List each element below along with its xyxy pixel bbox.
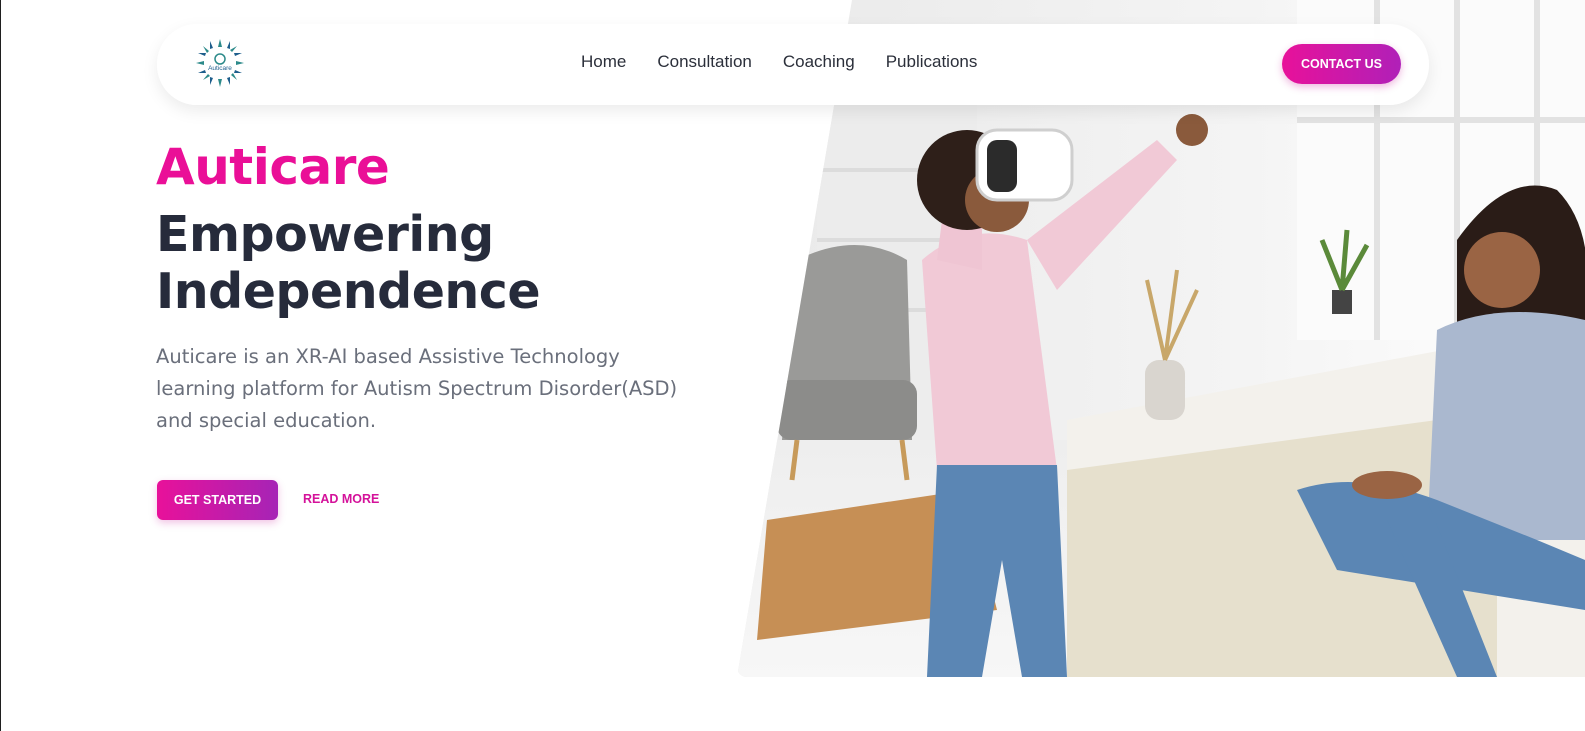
nav-publications[interactable]: Publications bbox=[886, 52, 978, 72]
hero-description: Auticare is an XR-AI based Assistive Tec… bbox=[156, 345, 678, 432]
nav-consultation[interactable]: Consultation bbox=[657, 52, 752, 72]
nav-home[interactable]: Home bbox=[581, 52, 626, 72]
nav-coaching[interactable]: Coaching bbox=[783, 52, 855, 72]
get-started-button[interactable]: GET STARTED bbox=[157, 480, 278, 520]
hero-headline: Empowering Independence bbox=[156, 206, 716, 320]
contact-us-button[interactable]: CONTACT US bbox=[1282, 44, 1401, 84]
window-edge bbox=[0, 0, 1, 731]
read-more-link[interactable]: READ MORE bbox=[303, 492, 379, 506]
main-navigation: Home Consultation Coaching Publications bbox=[581, 52, 1008, 72]
headline-line-1: Empowering bbox=[156, 206, 494, 263]
navbar: Auticare Home Consultation Coaching Publ… bbox=[157, 24, 1429, 105]
auticare-logo-icon[interactable]: Auticare bbox=[196, 39, 244, 87]
svg-text:Auticare: Auticare bbox=[208, 65, 232, 72]
hero-brand-title: Auticare bbox=[156, 138, 390, 196]
headline-line-2: Independence bbox=[156, 263, 541, 320]
